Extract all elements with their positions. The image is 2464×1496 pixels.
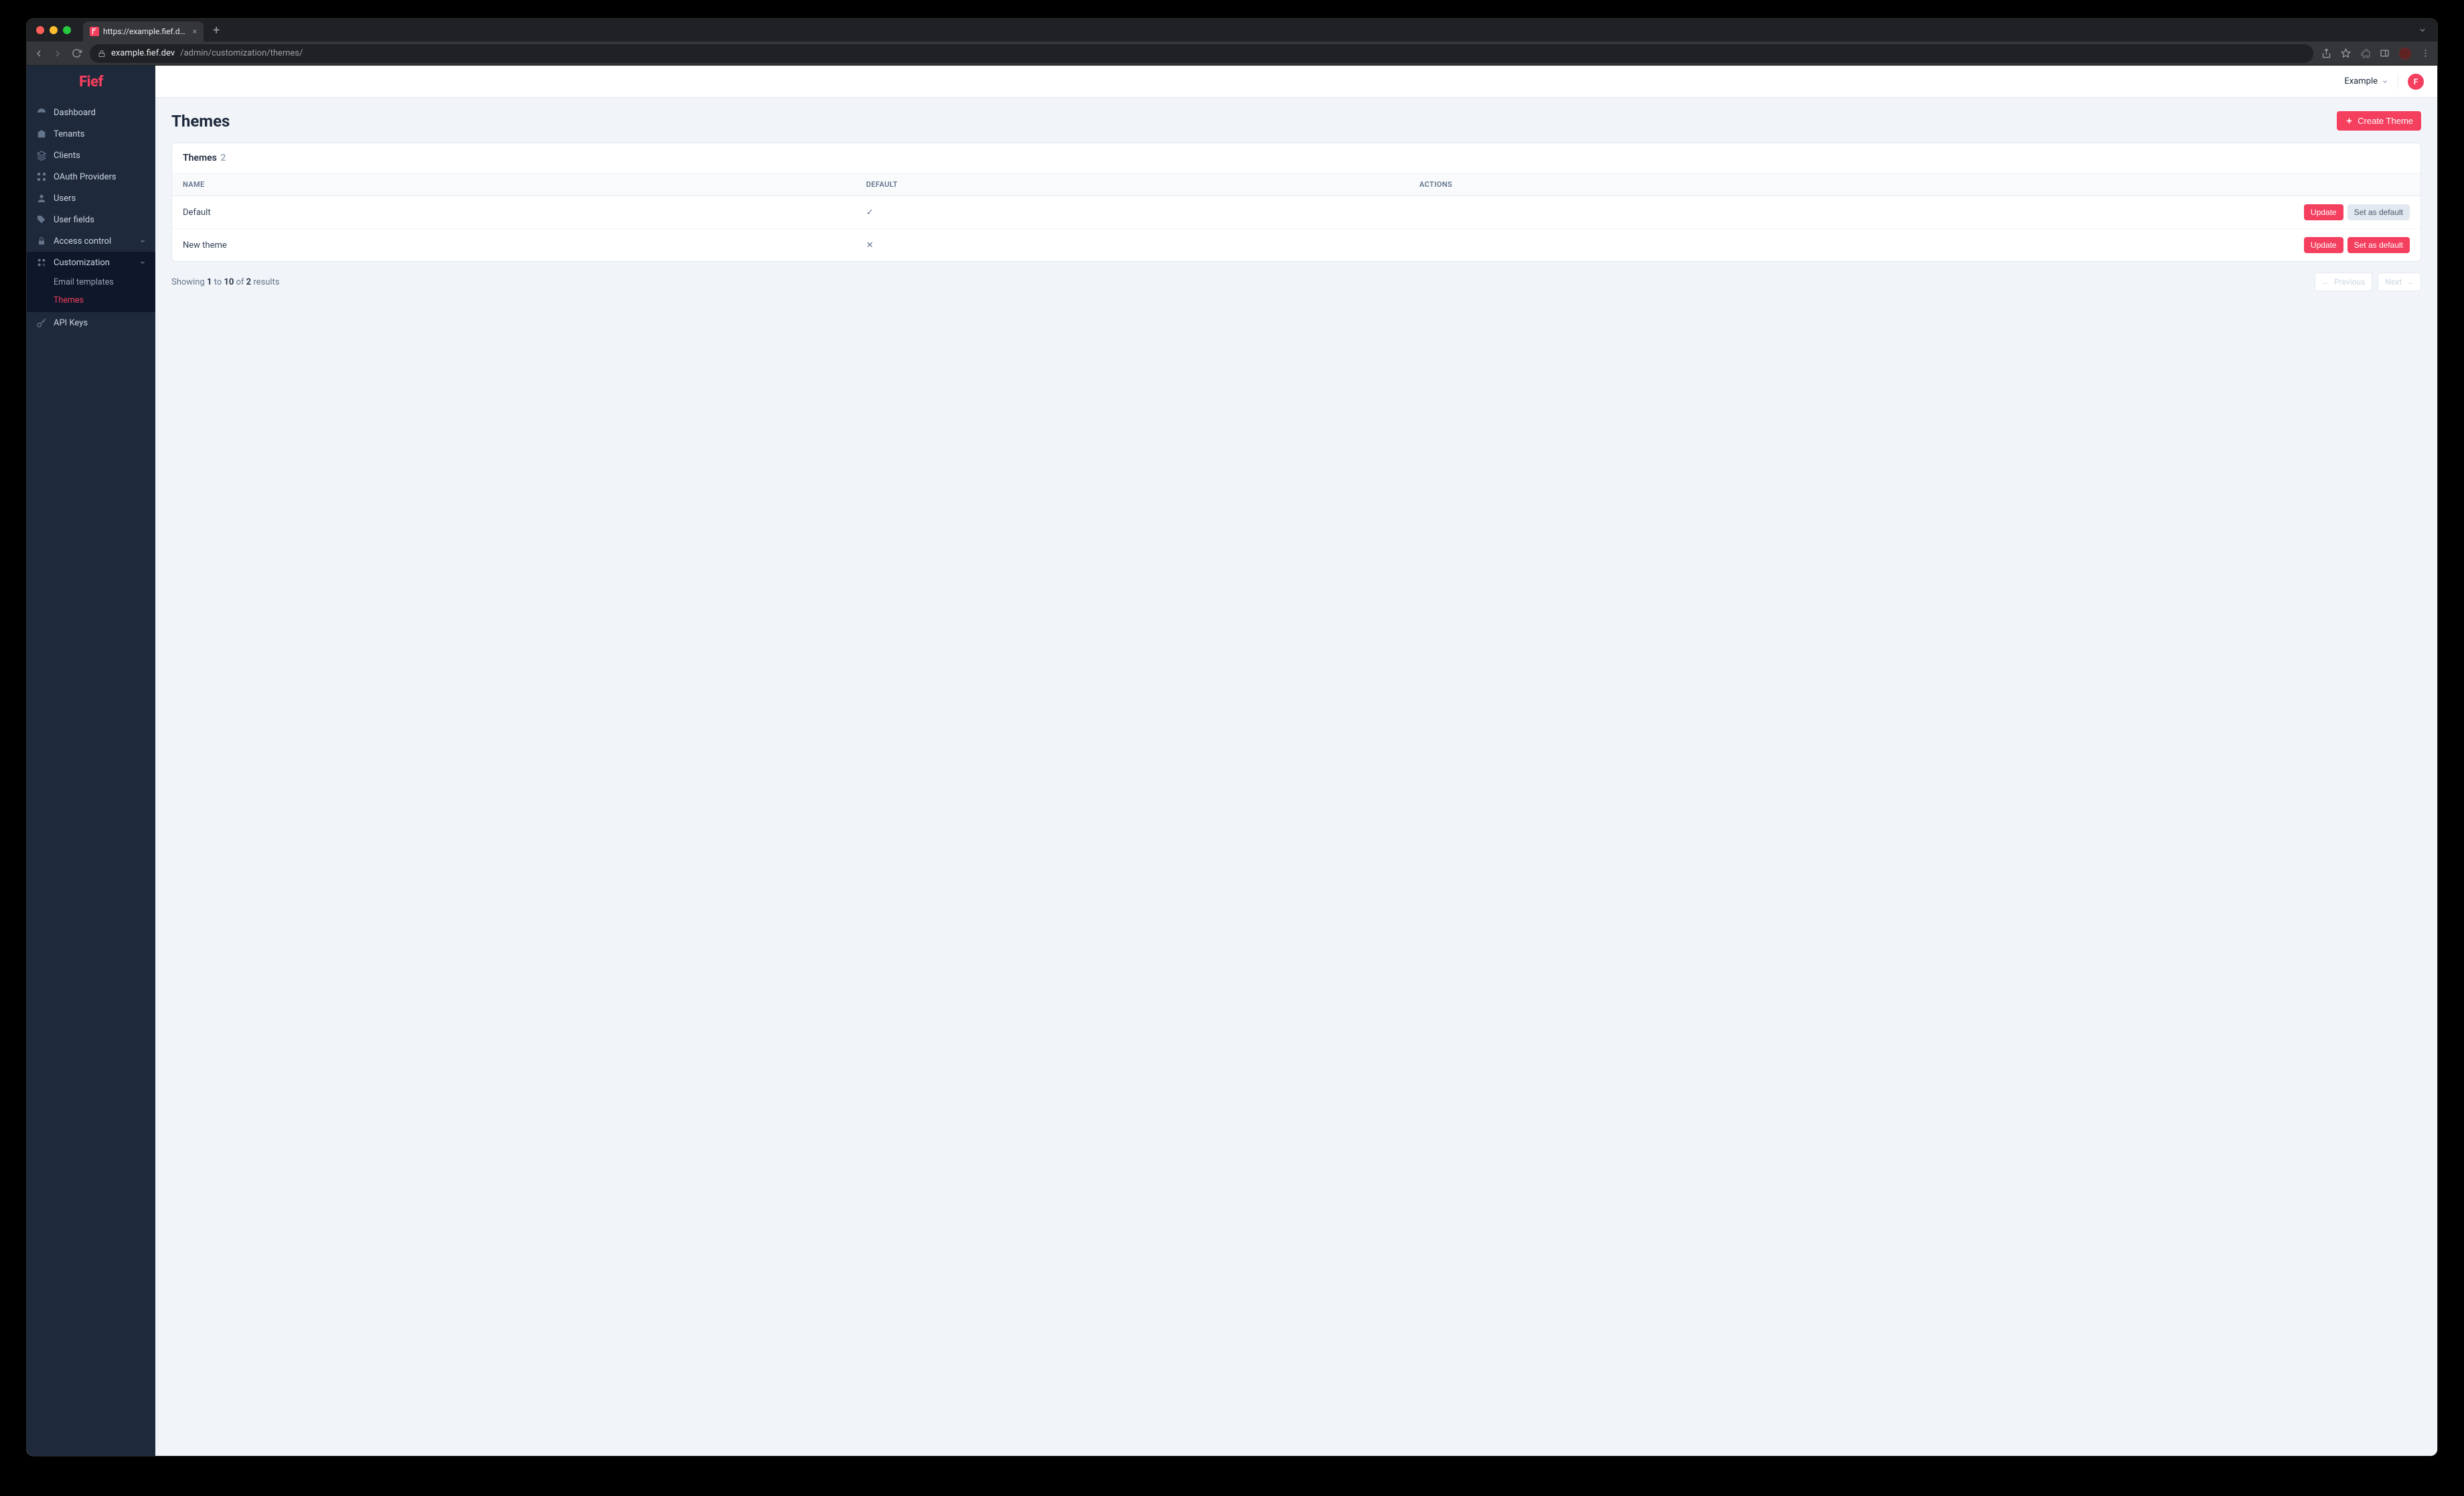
workspace-switcher[interactable]: Example [2344, 76, 2388, 86]
themes-count: 2 [220, 153, 226, 163]
sidebar-item-label: Dashboard [54, 108, 96, 118]
pagination: Showing 1 to 10 of 2 results ← Previous [171, 273, 2421, 291]
sidebar-item-user-fields[interactable]: User fields [27, 209, 155, 230]
sidebar-item-dashboard[interactable]: Dashboard [27, 102, 155, 123]
update-button[interactable]: Update [2304, 204, 2343, 220]
cell-default: ✓ [856, 196, 1409, 229]
tab-title: https://example.fief.dev/admin [103, 27, 189, 36]
th-actions: ACTIONS [1409, 173, 2420, 196]
main-content: Example F Themes Cre [155, 66, 2437, 1456]
profile-icon[interactable] [2399, 48, 2411, 60]
extensions-icon[interactable] [2360, 48, 2370, 60]
share-icon[interactable] [2321, 48, 2331, 60]
cell-name: New theme [172, 229, 856, 262]
bookmark-star-icon[interactable] [2341, 48, 2351, 60]
brand-logo[interactable]: Fief [27, 66, 155, 98]
cross-icon: ✕ [866, 240, 874, 250]
new-tab-button[interactable]: + [209, 23, 224, 38]
url-path: /admin/customization/themes/ [180, 48, 303, 58]
sidebar-item-api-keys[interactable]: API Keys [27, 312, 155, 333]
address-bar[interactable]: example.fief.dev/admin/customization/the… [90, 44, 2313, 63]
sidebar-item-label: Users [54, 194, 76, 204]
tabs-dropdown-icon[interactable] [2414, 26, 2431, 34]
cell-default: ✕ [856, 229, 1409, 262]
sidebar-item-label: Access control [54, 236, 111, 246]
browser-toolbar: example.fief.dev/admin/customization/the… [27, 42, 2437, 66]
sidebar-item-tenants[interactable]: Tenants [27, 123, 155, 145]
sidebar: Fief Dashboard Tenants [27, 66, 155, 1456]
pagination-summary: Showing 1 to 10 of 2 results [171, 277, 280, 287]
tab-favicon-icon [90, 27, 99, 36]
browser-tab-strip: https://example.fief.dev/admin × + [27, 19, 2437, 42]
window-controls [36, 26, 71, 34]
plus-icon [2345, 117, 2354, 125]
window-minimize-icon[interactable] [50, 26, 58, 34]
tab-close-icon[interactable]: × [193, 27, 197, 36]
sidebar-subitem-themes[interactable]: Themes [27, 291, 155, 309]
sidebar-item-label: API Keys [54, 318, 88, 328]
update-button[interactable]: Update [2304, 237, 2343, 253]
card-title: Themes 2 [172, 143, 2420, 173]
sidebar-item-label: User fields [54, 215, 94, 225]
lock-icon [36, 236, 47, 246]
create-theme-label: Create Theme [2358, 116, 2413, 126]
nav-forward-icon[interactable] [52, 48, 63, 59]
workspace-name: Example [2344, 76, 2378, 86]
sidebar-subitem-email-templates[interactable]: Email templates [27, 273, 155, 291]
key-icon [36, 317, 47, 328]
oauth-icon [36, 171, 47, 182]
check-icon: ✓ [866, 208, 874, 218]
create-theme-button[interactable]: Create Theme [2337, 111, 2421, 131]
sidebar-submenu-customization: Email templates Themes [27, 273, 155, 312]
set-default-button[interactable]: Set as default [2347, 237, 2410, 253]
nav-reload-icon[interactable] [71, 48, 82, 59]
url-host: example.fief.dev [111, 48, 175, 58]
window-close-icon[interactable] [36, 26, 44, 34]
customization-icon [36, 257, 47, 268]
nav-back-icon[interactable] [33, 48, 44, 59]
sidebar-item-customization[interactable]: Customization [27, 252, 155, 273]
table-row: Default ✓ Update [172, 196, 2420, 229]
browser-tab[interactable]: https://example.fief.dev/admin × [83, 21, 204, 42]
pagination-previous-button[interactable]: ← Previous [2315, 273, 2372, 291]
table-row: New theme ✕ Update [172, 229, 2420, 262]
themes-card: Themes 2 NAME DEFAULT ACTIONS [171, 143, 2421, 262]
pagination-next-button[interactable]: Next → [2378, 273, 2421, 291]
sidebar-item-label: OAuth Providers [54, 172, 117, 182]
sidebar-item-label: Tenants [54, 129, 84, 139]
th-name: NAME [172, 173, 856, 196]
cell-name: Default [172, 196, 856, 229]
arrow-left-icon: ← [2322, 277, 2330, 287]
themes-table: NAME DEFAULT ACTIONS Default ✓ [172, 173, 2420, 261]
chevron-down-icon [2382, 78, 2388, 85]
sidebar-item-users[interactable]: Users [27, 188, 155, 209]
tenants-icon [36, 129, 47, 139]
page-title: Themes [171, 112, 230, 131]
chevron-down-icon [139, 259, 146, 266]
set-default-button[interactable]: Set as default [2347, 204, 2410, 220]
browser-toolbar-right [2321, 48, 2431, 60]
users-icon [36, 193, 47, 204]
sidebar-item-oauth-providers[interactable]: OAuth Providers [27, 166, 155, 188]
browser-window: https://example.fief.dev/admin × + examp… [27, 19, 2437, 1456]
dashboard-icon [36, 107, 47, 118]
sidebar-item-access-control[interactable]: Access control [27, 230, 155, 252]
browser-menu-icon[interactable] [2420, 48, 2431, 60]
chevron-down-icon [139, 238, 146, 244]
lock-icon [98, 50, 106, 58]
panel-icon[interactable] [2380, 48, 2390, 60]
avatar[interactable]: F [2408, 74, 2424, 90]
sidebar-item-label: Customization [54, 258, 110, 268]
th-default: DEFAULT [856, 173, 1409, 196]
sidebar-item-label: Clients [54, 151, 80, 161]
sidebar-item-clients[interactable]: Clients [27, 145, 155, 166]
clients-icon [36, 150, 47, 161]
window-maximize-icon[interactable] [63, 26, 71, 34]
topbar: Example F [155, 66, 2437, 98]
arrow-right-icon: → [2406, 277, 2414, 287]
tag-icon [36, 214, 47, 225]
